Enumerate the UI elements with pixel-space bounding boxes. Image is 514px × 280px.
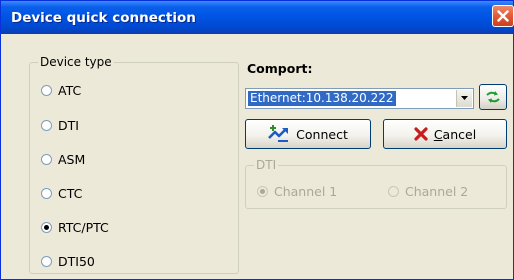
radio-circle[interactable]: [41, 119, 52, 131]
radio-ctc[interactable]: CTC: [41, 185, 82, 201]
radio-circle-checked[interactable]: [257, 185, 268, 197]
chevron-down-icon: [461, 96, 468, 100]
connect-label: Connect: [296, 126, 348, 142]
dti-group: DTI Channel 1 Channel 2: [245, 158, 507, 209]
radio-label: ASM: [58, 151, 86, 167]
cancel-label: Cancel: [434, 127, 476, 142]
radio-atc[interactable]: ATC: [41, 82, 81, 98]
title-bar[interactable]: Device quick connection: [1, 1, 514, 34]
connect-button[interactable]: Connect: [245, 119, 371, 149]
radio-circle[interactable]: [41, 84, 52, 96]
radio-channel-1[interactable]: Channel 1: [257, 183, 337, 199]
cancel-accesskey: C: [433, 126, 443, 142]
comport-value[interactable]: Ethernet:10.138.20.222: [248, 91, 396, 106]
radio-label: DTI50: [58, 253, 95, 269]
radio-label: CTC: [58, 185, 83, 201]
radio-dti50[interactable]: DTI50: [41, 253, 95, 269]
window-title: Device quick connection: [11, 10, 196, 26]
close-button[interactable]: [492, 5, 514, 27]
cancel-button[interactable]: Cancel: [383, 119, 507, 149]
radio-circle-checked[interactable]: [41, 221, 52, 233]
radio-asm[interactable]: ASM: [41, 151, 85, 167]
radio-rtc-ptc[interactable]: RTC/PTC: [41, 219, 109, 235]
connect-icon: [268, 125, 289, 142]
radio-label: Channel 1: [274, 183, 338, 199]
radio-label: ATC: [58, 82, 82, 98]
cancel-x-icon: [414, 127, 428, 141]
radio-dti[interactable]: DTI: [41, 117, 79, 133]
dialog-body: Device type ATC DTI ASM CTC RTC/PTC DTI5…: [1, 34, 513, 279]
radio-circle[interactable]: [41, 153, 52, 165]
refresh-button[interactable]: [479, 84, 507, 110]
device-type-label: Device type: [38, 55, 114, 69]
dti-group-label: DTI: [254, 158, 279, 172]
radio-channel-2[interactable]: Channel 2: [388, 183, 468, 199]
radio-label: Channel 2: [405, 183, 469, 199]
close-icon: [497, 10, 509, 22]
comport-label: Comport:: [247, 61, 313, 76]
radio-label: DTI: [58, 117, 79, 133]
cancel-label-rest: ancel: [442, 126, 477, 142]
comport-dropdown-button[interactable]: [456, 90, 472, 107]
device-type-group: Device type ATC DTI ASM CTC RTC/PTC DTI5…: [29, 55, 239, 274]
comport-select[interactable]: Ethernet:10.138.20.222: [245, 88, 474, 109]
radio-circle[interactable]: [41, 187, 52, 199]
radio-circle[interactable]: [388, 185, 399, 197]
refresh-icon: [486, 91, 500, 103]
radio-circle[interactable]: [41, 255, 52, 267]
dialog-window: Device quick connection Device type ATC …: [0, 0, 514, 280]
radio-label: RTC/PTC: [58, 219, 109, 235]
